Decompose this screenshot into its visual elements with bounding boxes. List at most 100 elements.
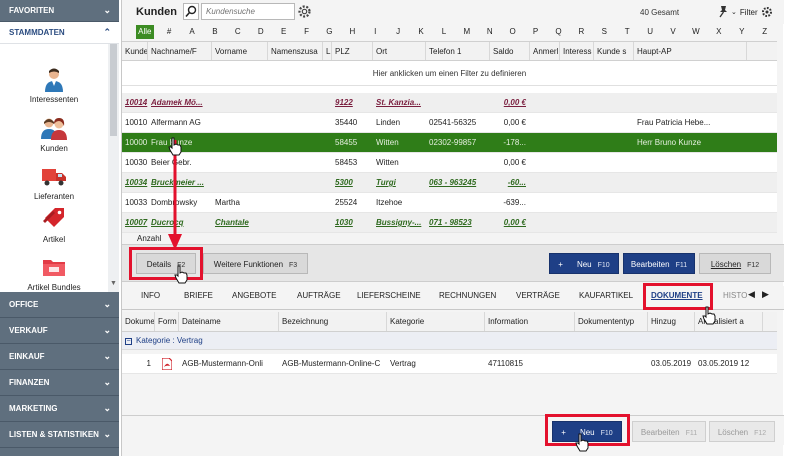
- sidebar-section-favoriten[interactable]: FAVORITEN ⌄: [0, 0, 119, 22]
- table-cell: St. Kanzia...: [376, 98, 421, 107]
- delete-button[interactable]: Löschen F12: [699, 253, 771, 274]
- alphabet-letter[interactable]: N: [478, 25, 501, 39]
- column-header[interactable]: Form: [155, 312, 179, 331]
- alphabet-letter[interactable]: M: [455, 25, 478, 39]
- alphabet-letter[interactable]: F: [295, 25, 318, 39]
- alphabet-letter[interactable]: #: [158, 25, 181, 39]
- tab-vertraege[interactable]: VERTRÄGE: [516, 291, 560, 300]
- alphabet-letter[interactable]: L: [433, 25, 456, 39]
- sidebar-item-artikel-bundles[interactable]: Artikel Bundles: [0, 254, 108, 292]
- sidebar-section-marketing[interactable]: MARKETING ⌄: [0, 396, 119, 422]
- alphabet-letter[interactable]: P: [524, 25, 547, 39]
- alphabet-letter[interactable]: Z: [753, 25, 776, 39]
- delete-document-button[interactable]: Löschen F12: [709, 421, 775, 442]
- tab-kaufartikel[interactable]: KAUFARTIKEL: [579, 291, 633, 300]
- tab-rechnungen[interactable]: RECHNUNGEN: [439, 291, 496, 300]
- table-row[interactable]: 10030 Beier Gebr. 58453 Witten 0,00 €: [122, 153, 777, 173]
- column-header[interactable]: Namenszusa: [268, 42, 323, 60]
- more-functions-button[interactable]: Weitere Funktionen F3: [203, 253, 308, 274]
- new-button[interactable]: + Neu F10: [549, 253, 619, 274]
- alphabet-letter[interactable]: E: [272, 25, 295, 39]
- sidebar-scrollbar[interactable]: ▼: [108, 22, 119, 292]
- scroll-down-arrow-icon[interactable]: ▼: [108, 280, 119, 290]
- table-row[interactable]: 10000 Frau Kunze 58455 Witten 02302-99857 -17…: [122, 133, 777, 153]
- alphabet-letter[interactable]: J: [387, 25, 410, 39]
- sidebar-section-finanzen[interactable]: FINANZEN ⌄: [0, 370, 119, 396]
- alphabet-letter[interactable]: X: [707, 25, 730, 39]
- alphabet-letter[interactable]: R: [570, 25, 593, 39]
- column-header[interactable]: Kunden: [122, 42, 148, 60]
- column-header[interactable]: Dokumer: [122, 312, 155, 331]
- alphabet-letter[interactable]: A: [181, 25, 204, 39]
- alphabet-letter[interactable]: W: [684, 25, 707, 39]
- alphabet-letter[interactable]: Alle: [136, 25, 154, 39]
- column-header[interactable]: Telefon 1: [426, 42, 490, 60]
- alphabet-letter[interactable]: B: [203, 25, 226, 39]
- column-header[interactable]: PLZ: [332, 42, 373, 60]
- alphabet-letter[interactable]: Q: [547, 25, 570, 39]
- edit-document-button[interactable]: Bearbeiten F11: [632, 421, 706, 442]
- column-header[interactable]: Vorname: [212, 42, 268, 60]
- column-header[interactable]: Saldo: [490, 42, 530, 60]
- search-settings-button[interactable]: [297, 3, 312, 20]
- alphabet-letter[interactable]: O: [501, 25, 524, 39]
- filter-hint-row[interactable]: Hier anklicken um einen Filter zu defini…: [122, 61, 777, 86]
- tab-info[interactable]: INFO: [141, 291, 160, 300]
- sidebar-section-listen-statistiken[interactable]: LISTEN & STATISTIKEN ⌄: [0, 422, 119, 448]
- alphabet-letter[interactable]: Y: [730, 25, 753, 39]
- tab-angebote[interactable]: ANGEBOTE: [232, 291, 276, 300]
- alphabet-letter[interactable]: D: [249, 25, 272, 39]
- column-header[interactable]: Dokumententyp: [575, 312, 648, 331]
- column-header[interactable]: Haupt-AP: [634, 42, 747, 60]
- column-header[interactable]: L: [323, 42, 332, 60]
- column-header[interactable]: Ort: [373, 42, 426, 60]
- sidebar-item-lieferanten[interactable]: Lieferanten: [0, 163, 108, 201]
- search-button[interactable]: [183, 3, 199, 20]
- tab-historie[interactable]: HISTO: [723, 291, 747, 300]
- sidebar-item-artikel[interactable]: Artikel: [0, 206, 108, 244]
- table-row[interactable]: 10010 Alfermann AG 35440 Linden 02541-56325 0…: [122, 113, 777, 133]
- column-header[interactable]: Hinzug: [648, 312, 695, 331]
- alphabet-letter[interactable]: H: [341, 25, 364, 39]
- column-header[interactable]: Bezeichnung: [279, 312, 387, 331]
- tab-scroll-left-icon[interactable]: ◀: [748, 289, 755, 300]
- column-header[interactable]: Anmerl: [530, 42, 560, 60]
- sidebar-section-office[interactable]: OFFICE ⌄: [0, 292, 119, 318]
- pin-icon[interactable]: [717, 5, 729, 18]
- sidebar-item-interessenten[interactable]: Interessenten: [0, 66, 108, 104]
- tab-auftraege[interactable]: AUFTRÄGE: [297, 291, 341, 300]
- tab-scroll-right-icon[interactable]: ▶: [762, 289, 769, 300]
- edit-button[interactable]: Bearbeiten F11: [623, 253, 695, 274]
- category-group-row[interactable]: − Kategorie : Vertrag: [122, 332, 777, 350]
- alphabet-letter[interactable]: C: [226, 25, 249, 39]
- table-row[interactable]: 10033DombrowskyMartha25524Itzehoe-639...: [122, 193, 777, 213]
- tab-briefe[interactable]: BRIEFE: [184, 291, 213, 300]
- alphabet-letter[interactable]: G: [318, 25, 341, 39]
- column-header[interactable]: Information: [485, 312, 575, 331]
- column-header[interactable]: Dateiname: [179, 312, 279, 331]
- column-header[interactable]: Kategorie: [387, 312, 485, 331]
- search-input[interactable]: [201, 3, 295, 20]
- table-row[interactable]: 10014 Adamek Mö... 9122 St. Kanzia... 0,00 €: [122, 93, 777, 113]
- table-cell: Adamek Mö...: [151, 98, 203, 107]
- column-header[interactable]: Kunde s: [594, 42, 634, 60]
- sidebar-section-stammdaten[interactable]: STAMMDATEN ⌃: [0, 22, 119, 44]
- sidebar-item-kunden[interactable]: Kunden: [0, 115, 108, 153]
- alphabet-letter[interactable]: I: [364, 25, 387, 39]
- tab-lieferscheine[interactable]: LIEFERSCHEINE: [357, 291, 421, 300]
- document-row[interactable]: 1 AGB-Mustermann-Onli AGB-Mustermann-Onlin…: [122, 354, 777, 374]
- alphabet-letter[interactable]: S: [593, 25, 616, 39]
- column-header[interactable]: Interess: [560, 42, 594, 60]
- sidebar-section-einkauf[interactable]: EINKAUF ⌄: [0, 344, 119, 370]
- table-row[interactable]: 10007 Ducrocq Chantale 1030 Bussigny-... 071 …: [122, 213, 777, 233]
- collapse-icon[interactable]: −: [125, 338, 132, 345]
- sidebar-section-label: OFFICE: [9, 300, 39, 309]
- alphabet-letter[interactable]: U: [639, 25, 662, 39]
- filter-button[interactable]: ⌄ Filter: [731, 6, 773, 18]
- table-row[interactable]: 10034 Bruckmeier ... 5300 Turgi 063 - 963245…: [122, 173, 777, 193]
- sidebar-section-verkauf[interactable]: VERKAUF ⌄: [0, 318, 119, 344]
- column-header[interactable]: Nachname/F: [148, 42, 212, 60]
- alphabet-letter[interactable]: T: [616, 25, 639, 39]
- alphabet-letter[interactable]: K: [410, 25, 433, 39]
- alphabet-letter[interactable]: V: [662, 25, 685, 39]
